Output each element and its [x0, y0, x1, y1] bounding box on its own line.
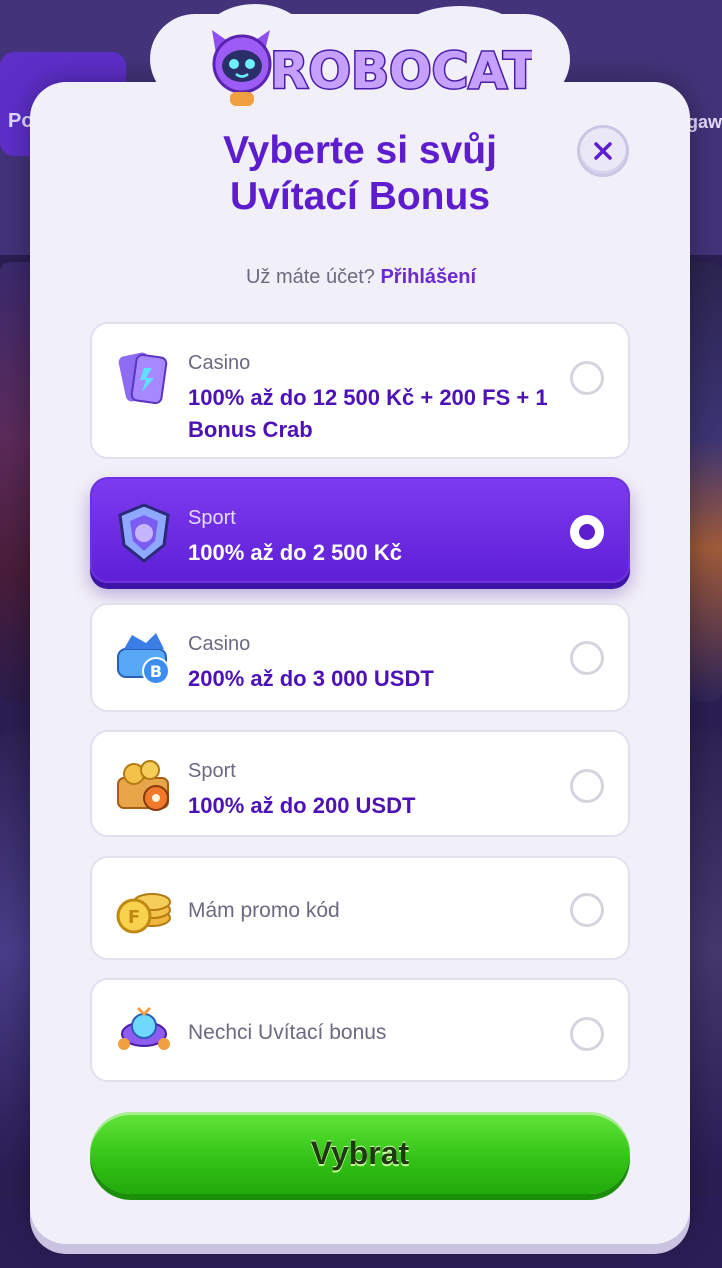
option-category: Sport	[188, 760, 236, 782]
login-link[interactable]: Přihlášení	[380, 266, 476, 288]
option-category: Casino	[188, 352, 251, 374]
option-description: Nechci Uvítací bonus	[188, 1021, 387, 1044]
close-icon	[594, 142, 612, 160]
sport-shield-icon	[118, 503, 170, 563]
bonus-option-casino[interactable]: Casino 100% až do 12 500 Kč + 200 FS + 1…	[90, 322, 630, 459]
robocat-logo: ROBOCAT	[212, 30, 532, 106]
option-radio[interactable]	[570, 1017, 604, 1051]
option-radio[interactable]	[570, 641, 604, 675]
option-description: 100% až do 200 USDT	[188, 793, 416, 818]
title-line-1: Vyberte si svůj	[223, 129, 497, 172]
submit-button[interactable]: Vybrat	[90, 1112, 630, 1194]
bonus-option-casino-usdt[interactable]: B Casino 200% až do 3 000 USDT	[90, 603, 630, 712]
account-question: Už máte účet?	[245, 266, 375, 288]
svg-text:F: F	[128, 907, 140, 928]
bonus-option-no-bonus[interactable]: Nechci Uvítací bonus	[90, 978, 630, 1082]
svg-text:B: B	[150, 662, 162, 681]
option-radio[interactable]	[570, 893, 604, 927]
option-radio-selected[interactable]	[570, 515, 604, 549]
modal-title: Vyberte si svůj Uvítací Bonus	[140, 128, 580, 220]
title-line-2: Uvítací Bonus	[229, 175, 491, 218]
option-description: Mám promo kód	[188, 899, 340, 922]
background-right-label: gaw	[686, 112, 722, 132]
submit-label: Vybrat	[310, 1134, 410, 1171]
promo-coins-icon: F	[116, 893, 171, 934]
option-radio[interactable]	[570, 361, 604, 395]
casino-cards-icon	[118, 352, 168, 405]
option-category: Casino	[188, 633, 251, 655]
bonus-option-sport-usdt[interactable]: Sport 100% až do 200 USDT	[90, 730, 630, 837]
close-button[interactable]	[577, 125, 629, 177]
option-description: 100% až do 2 500 Kč	[188, 540, 403, 565]
bonus-option-sport[interactable]: Sport 100% až do 2 500 Kč	[90, 477, 630, 583]
option-description: 100% až do 12 500 Kč + 200 FS + 1 Bonus …	[188, 385, 548, 442]
logo-text: ROBOCAT	[270, 42, 532, 100]
option-category: Sport	[188, 507, 236, 529]
bonus-option-promo-code[interactable]: F Mám promo kód	[90, 856, 630, 960]
option-description: 200% až do 3 000 USDT	[188, 666, 434, 691]
login-prompt: Už máte účet? Přihlášení	[0, 266, 722, 289]
no-bonus-icon	[118, 1006, 170, 1050]
crypto-sport-icon	[117, 760, 169, 811]
crypto-casino-icon: B	[117, 633, 170, 685]
option-radio[interactable]	[570, 769, 604, 803]
